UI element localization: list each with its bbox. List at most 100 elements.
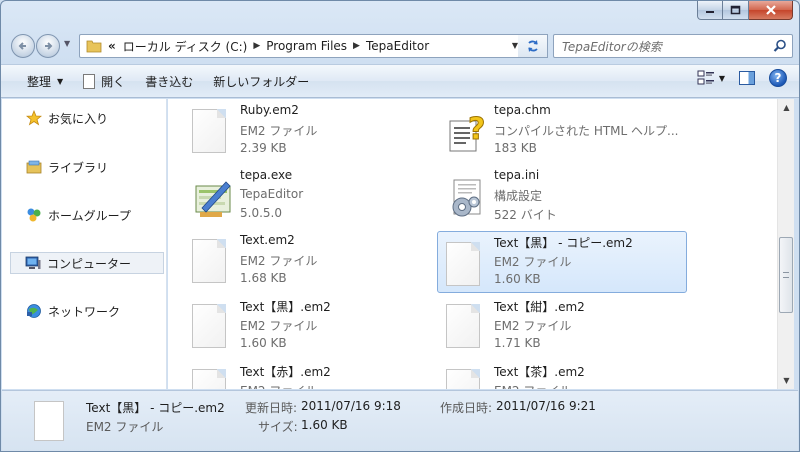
scroll-up-button[interactable]: ▲ bbox=[778, 99, 795, 116]
preview-pane-icon[interactable] bbox=[739, 71, 755, 85]
navigation-bar: ▼ « ローカル ディスク (C:) ▶ Program Files ▶ Tep… bbox=[9, 31, 793, 61]
new-folder-button[interactable]: 新しいフォルダー bbox=[203, 68, 319, 94]
file-name: Ruby.em2 bbox=[240, 103, 299, 117]
file-name: tepa.chm bbox=[494, 103, 551, 117]
document-icon bbox=[446, 242, 480, 286]
open-label: 開く bbox=[101, 74, 126, 89]
file-item-tepa-exe[interactable]: tepa.exe TepaEditor 5.0.5.0 bbox=[184, 164, 434, 226]
file-type: コンパイルされた HTML ヘルプ... bbox=[494, 124, 679, 138]
address-bar[interactable]: « ローカル ディスク (C:) ▶ Program Files ▶ TepaE… bbox=[79, 34, 525, 58]
details-file-name: Text【黒】 - コピー.em2 bbox=[86, 401, 225, 415]
settings-file-icon bbox=[452, 179, 481, 217]
sidebar-item-computer[interactable]: コンピューター bbox=[10, 252, 164, 274]
details-file-type: EM2 ファイル bbox=[86, 420, 164, 434]
file-item-text-em2[interactable]: Text.em2 EM2 ファイル 1.68 KB bbox=[184, 229, 434, 291]
scroll-down-button[interactable]: ▼ bbox=[778, 372, 795, 389]
sidebar-item-label: お気に入り bbox=[48, 111, 109, 126]
file-type: EM2 ファイル bbox=[494, 319, 572, 333]
close-button[interactable] bbox=[749, 1, 793, 20]
file-type: EM2 ファイル bbox=[240, 319, 318, 333]
file-item-text-black-copy[interactable]: Text【黒】 - コピー.em2 EM2 ファイル 1.60 KB bbox=[437, 231, 687, 293]
document-icon bbox=[34, 401, 64, 441]
sidebar-item-libraries[interactable]: ライブラリ bbox=[12, 156, 162, 178]
sidebar-item-homegroup[interactable]: ホームグループ bbox=[12, 204, 162, 226]
maximize-button[interactable] bbox=[723, 1, 749, 20]
chevron-right-icon[interactable]: ▶ bbox=[253, 41, 260, 51]
created-value: 2011/07/16 9:21 bbox=[496, 399, 596, 413]
address-overflow[interactable]: « bbox=[108, 39, 116, 53]
caption-buttons bbox=[697, 1, 793, 21]
document-icon bbox=[83, 73, 96, 89]
search-icon[interactable] bbox=[773, 39, 787, 53]
scroll-thumb[interactable] bbox=[779, 237, 793, 313]
app-icon bbox=[195, 181, 231, 217]
file-name: Text【紺】.em2 bbox=[494, 300, 585, 314]
address-segment-program-files[interactable]: Program Files bbox=[266, 39, 347, 53]
recent-pages-dropdown[interactable]: ▼ bbox=[64, 39, 70, 48]
details-pane: Text【黒】 - コピー.em2 EM2 ファイル 更新日時: 2011/07… bbox=[2, 390, 798, 451]
help-icon[interactable]: ? bbox=[769, 69, 787, 87]
grip-icon bbox=[783, 272, 789, 278]
file-name: tepa.exe bbox=[240, 168, 293, 182]
folder-icon bbox=[86, 40, 102, 53]
modified-value: 2011/07/16 9:18 bbox=[301, 399, 401, 413]
star-icon bbox=[26, 110, 42, 126]
file-size: 183 KB bbox=[494, 141, 537, 155]
chevron-right-icon[interactable]: ▶ bbox=[353, 41, 360, 51]
document-icon bbox=[446, 369, 480, 389]
file-name: Text【茶】.em2 bbox=[494, 365, 585, 379]
file-type: EM2 ファイル bbox=[494, 382, 571, 389]
file-item-text-navy[interactable]: Text【紺】.em2 EM2 ファイル 1.71 KB bbox=[438, 294, 688, 356]
explorer-window: ▼ « ローカル ディスク (C:) ▶ Program Files ▶ Tep… bbox=[0, 0, 800, 452]
refresh-button[interactable] bbox=[518, 34, 548, 58]
burn-label: 書き込む bbox=[145, 74, 194, 89]
change-view-icon[interactable] bbox=[697, 70, 715, 86]
help-file-icon: ? bbox=[449, 112, 486, 152]
document-icon bbox=[192, 369, 226, 389]
file-name: tepa.ini bbox=[494, 168, 540, 182]
organize-label: 整理 bbox=[27, 74, 52, 89]
search-box[interactable]: TepaEditorの検索 bbox=[553, 34, 793, 58]
address-segment-tepaeditor[interactable]: TepaEditor bbox=[366, 39, 429, 53]
forward-button[interactable] bbox=[36, 34, 60, 58]
file-version: 5.0.5.0 bbox=[240, 206, 282, 220]
file-name: Text【黒】 - コピー.em2 bbox=[494, 236, 633, 250]
maximize-icon bbox=[730, 5, 741, 15]
file-type: EM2 ファイル bbox=[240, 124, 318, 138]
command-bar: 整理 ▼ 開く 書き込む 新しいフォルダー ▼ ? bbox=[1, 64, 799, 98]
file-size: 522 バイト bbox=[494, 208, 557, 222]
sidebar-item-network[interactable]: ネットワーク bbox=[12, 300, 162, 322]
file-size: 1.60 KB bbox=[494, 272, 541, 286]
chevron-down-icon: ▼ bbox=[57, 76, 64, 86]
file-list[interactable]: Ruby.em2 EM2 ファイル 2.39 KB ? tepa.chm コンパ… bbox=[168, 99, 777, 389]
sidebar-item-favorites[interactable]: お気に入り bbox=[12, 107, 162, 129]
organize-button[interactable]: 整理 ▼ bbox=[17, 68, 73, 94]
file-item-text-red[interactable]: Text【赤】.em2 EM2 ファイル bbox=[184, 359, 434, 389]
new-folder-label: 新しいフォルダー bbox=[213, 74, 310, 89]
view-options-dropdown[interactable]: ▼ bbox=[719, 74, 725, 83]
minimize-button[interactable] bbox=[697, 1, 723, 20]
vertical-scrollbar[interactable]: ▲ ▼ bbox=[777, 99, 794, 389]
file-item-text-black[interactable]: Text【黒】.em2 EM2 ファイル 1.60 KB bbox=[184, 294, 434, 356]
svg-text:?: ? bbox=[468, 112, 485, 147]
sidebar-item-label: ホームグループ bbox=[48, 208, 131, 223]
back-button[interactable] bbox=[11, 34, 35, 58]
burn-button[interactable]: 書き込む bbox=[135, 68, 203, 94]
file-item-tepa-ini[interactable]: tepa.ini 構成設定 522 バイト bbox=[438, 164, 688, 226]
file-item-text-brown[interactable]: Text【茶】.em2 EM2 ファイル bbox=[438, 359, 688, 389]
file-name: Text【赤】.em2 bbox=[240, 365, 331, 379]
sidebar-item-label: コンピューター bbox=[47, 256, 132, 271]
file-item-ruby-em2[interactable]: Ruby.em2 EM2 ファイル 2.39 KB bbox=[184, 99, 434, 161]
file-size: 1.60 KB bbox=[240, 336, 287, 350]
homegroup-icon bbox=[27, 208, 41, 222]
file-item-tepa-chm[interactable]: ? tepa.chm コンパイルされた HTML ヘルプ... 183 KB bbox=[438, 99, 688, 161]
file-type: EM2 ファイル bbox=[240, 254, 318, 268]
address-segment-drive[interactable]: ローカル ディスク (C:) bbox=[123, 38, 248, 55]
file-type: EM2 ファイル bbox=[494, 255, 572, 269]
file-type: EM2 ファイル bbox=[240, 382, 317, 389]
created-label: 作成日時: bbox=[440, 401, 493, 415]
open-button[interactable]: 開く bbox=[73, 68, 135, 94]
size-label: サイズ: bbox=[258, 420, 298, 434]
file-type: 構成設定 bbox=[494, 189, 543, 203]
minimize-icon bbox=[706, 11, 714, 13]
